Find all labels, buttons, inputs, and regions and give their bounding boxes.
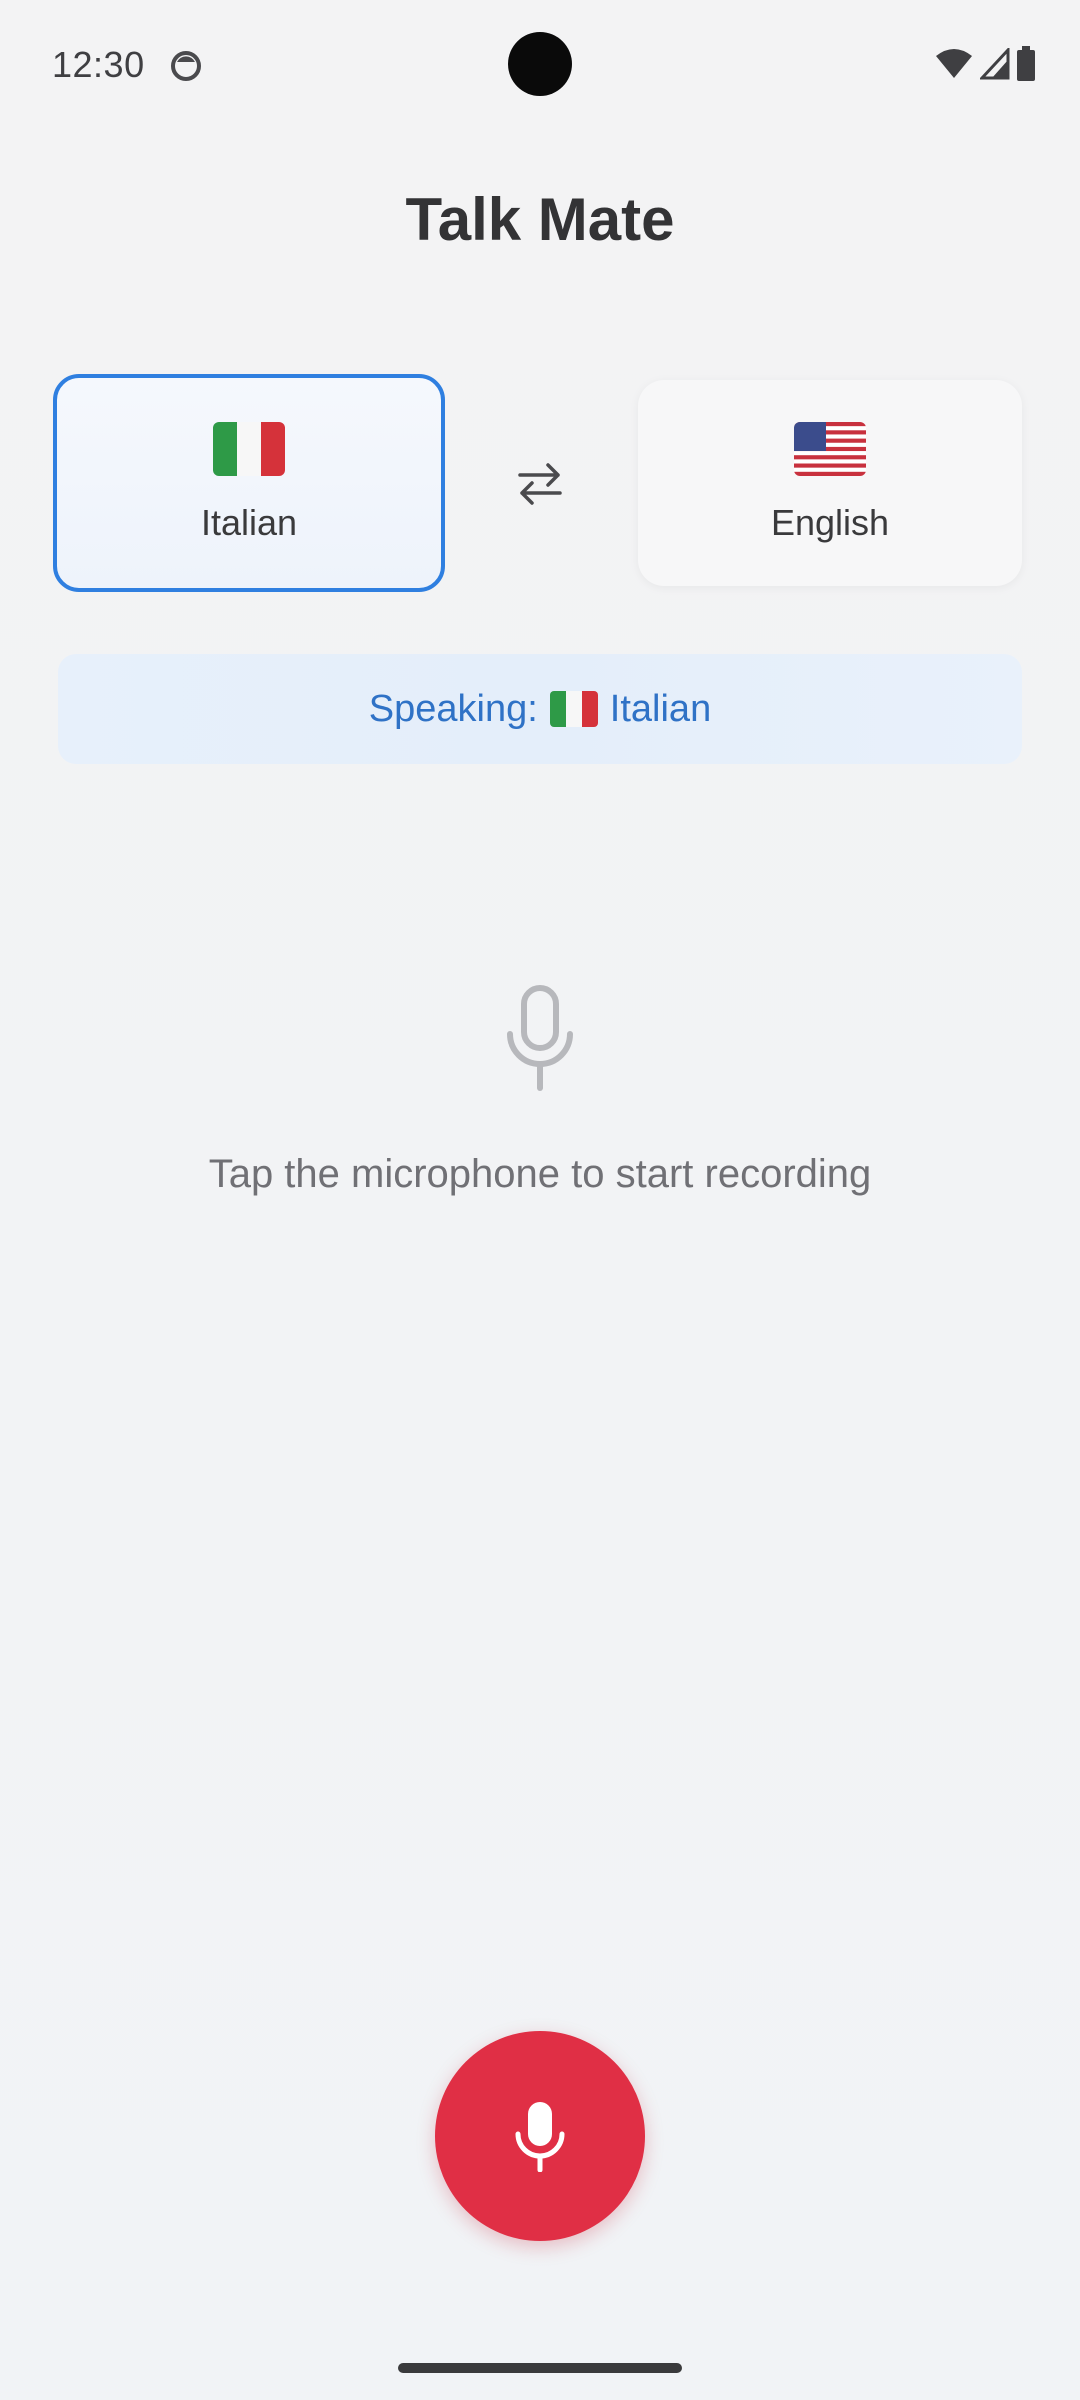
status-icons (934, 44, 1036, 84)
camera-cutout (508, 32, 572, 96)
sync-icon (171, 51, 201, 81)
microphone-icon (515, 2102, 565, 2172)
italy-flag-icon (549, 691, 598, 727)
swap-languages-button[interactable] (500, 444, 580, 524)
italy-flag-icon (213, 422, 285, 476)
status-bar: 12:30 (0, 0, 1080, 130)
target-language-card[interactable]: English (638, 380, 1022, 586)
status-time: 12:30 (52, 44, 145, 85)
wifi-icon (936, 49, 972, 78)
speaking-language: Italian (609, 687, 712, 730)
target-language-label: English (770, 502, 890, 543)
home-indicator[interactable] (398, 2363, 682, 2373)
cellular-signal-icon (980, 48, 1010, 80)
battery-icon (1017, 46, 1035, 81)
swap-arrows-icon (518, 463, 562, 505)
empty-state-message: Tap the microphone to start recording (208, 1152, 872, 1196)
microphone-icon (507, 985, 573, 1091)
usa-flag-icon (794, 422, 866, 476)
speaking-language-banner: Speaking: Italian (58, 654, 1022, 764)
record-button[interactable] (435, 2031, 645, 2241)
app-title: Talk Mate (405, 186, 675, 253)
speaking-prefix: Speaking: (368, 687, 538, 730)
source-language-card[interactable]: Italian (53, 374, 445, 592)
source-language-label: Italian (200, 502, 298, 543)
